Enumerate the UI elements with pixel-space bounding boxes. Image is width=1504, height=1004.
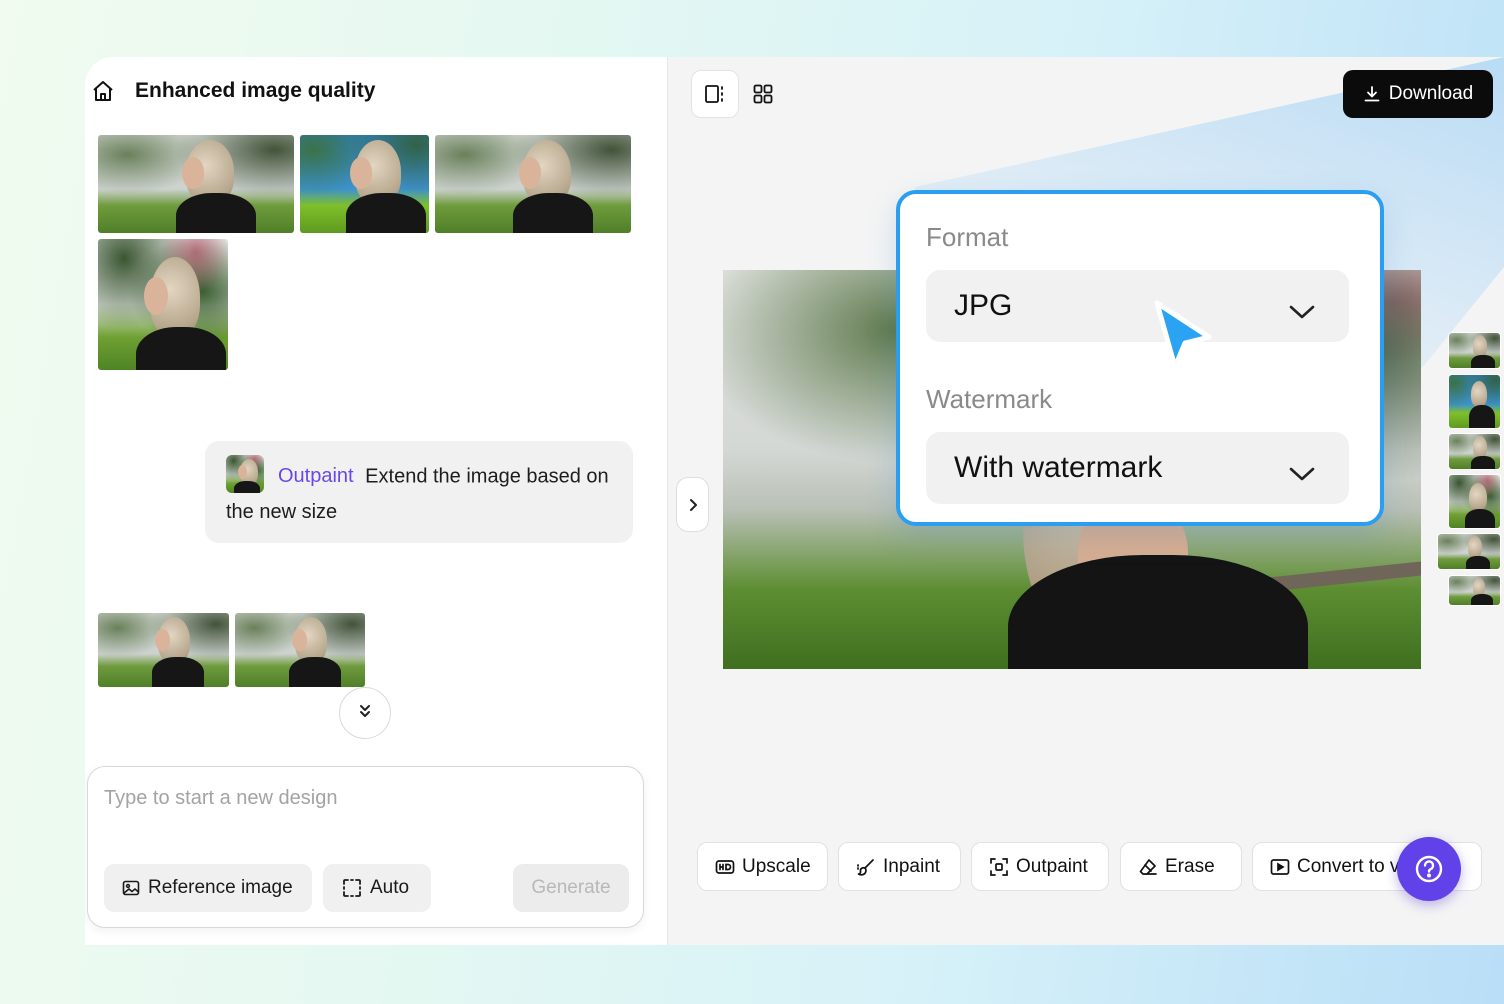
auto-label: Auto — [370, 877, 410, 898]
scroll-down-button[interactable] — [339, 687, 391, 739]
pointer-cursor-icon — [1151, 297, 1217, 378]
app-window: Enhanced image quality Outpaint Extend t… — [85, 57, 1504, 945]
hd-icon — [715, 859, 735, 874]
upscale-button[interactable]: Upscale — [697, 842, 828, 891]
format-value: JPG — [954, 289, 1013, 322]
home-icon[interactable] — [91, 79, 115, 103]
help-button[interactable] — [1397, 837, 1461, 901]
outpaint-result-2[interactable] — [235, 613, 365, 687]
format-select[interactable]: JPG — [926, 270, 1349, 342]
reference-image-button[interactable]: Reference image — [104, 864, 312, 912]
expand-panel-toggle[interactable] — [676, 477, 709, 532]
outpaint-result-1[interactable] — [98, 613, 229, 687]
brush-icon — [857, 858, 874, 876]
erase-button[interactable]: Erase — [1120, 842, 1242, 891]
variant-thumb-4[interactable] — [1448, 474, 1501, 529]
erase-label: Erase — [1165, 855, 1215, 877]
chat-panel: Enhanced image quality Outpaint Extend t… — [85, 57, 668, 945]
variant-thumb-3[interactable] — [1448, 433, 1501, 470]
page-title: Enhanced image quality — [135, 79, 376, 102]
format-label: Format — [926, 222, 1009, 252]
grid-view-button[interactable] — [739, 70, 787, 118]
double-chevron-down-icon — [357, 703, 373, 724]
outpaint-button[interactable]: Outpaint — [971, 842, 1109, 891]
convert-label: Convert to v — [1297, 855, 1400, 877]
generate-button[interactable]: Generate — [513, 864, 629, 912]
dashed-frame-icon — [343, 879, 361, 897]
panel-view-icon — [705, 85, 723, 103]
variant-thumb-1[interactable] — [1448, 332, 1501, 369]
inpaint-label: Inpaint — [883, 855, 941, 877]
watermark-label: Watermark — [926, 384, 1053, 414]
variant-thumb-6[interactable] — [1448, 575, 1501, 606]
question-mark-icon — [1415, 855, 1443, 883]
video-icon — [1270, 858, 1290, 875]
grid-icon — [753, 84, 773, 104]
inpaint-button[interactable]: Inpaint — [838, 842, 961, 891]
chevron-right-icon — [689, 498, 697, 511]
outpaint-label: Outpaint — [1016, 855, 1088, 877]
variant-thumb-5[interactable] — [1437, 533, 1501, 570]
prompt-input[interactable]: Type to start a new design — [104, 787, 337, 810]
export-settings-popup: Format JPG Watermark With watermark — [896, 190, 1384, 526]
watermark-value: With watermark — [954, 451, 1163, 484]
generated-image-4[interactable] — [98, 239, 228, 370]
download-button[interactable]: Download — [1343, 70, 1493, 118]
watermark-select[interactable]: With watermark — [926, 432, 1349, 504]
header: Enhanced image quality — [91, 79, 375, 103]
single-view-button[interactable] — [691, 70, 739, 118]
message-thumbnail — [226, 455, 264, 493]
chevron-down-icon — [1289, 294, 1315, 328]
prompt-message: Outpaint Extend the image based on the n… — [205, 441, 633, 543]
upscale-label: Upscale — [742, 855, 811, 877]
download-icon — [1364, 86, 1380, 102]
reference-image-label: Reference image — [148, 877, 293, 898]
generated-image-3[interactable] — [435, 135, 631, 233]
auto-ratio-button[interactable]: Auto — [323, 864, 431, 912]
eraser-icon — [1139, 858, 1157, 875]
chevron-down-icon — [1289, 456, 1315, 490]
expand-icon — [990, 857, 1008, 876]
generated-image-2[interactable] — [300, 135, 429, 233]
prompt-composer[interactable]: Type to start a new design Reference ima… — [87, 766, 644, 928]
variant-thumb-2[interactable] — [1448, 374, 1501, 429]
message-tag: Outpaint — [278, 465, 354, 488]
generated-image-1[interactable] — [98, 135, 294, 233]
image-icon — [122, 880, 140, 896]
download-label: Download — [1388, 83, 1474, 104]
